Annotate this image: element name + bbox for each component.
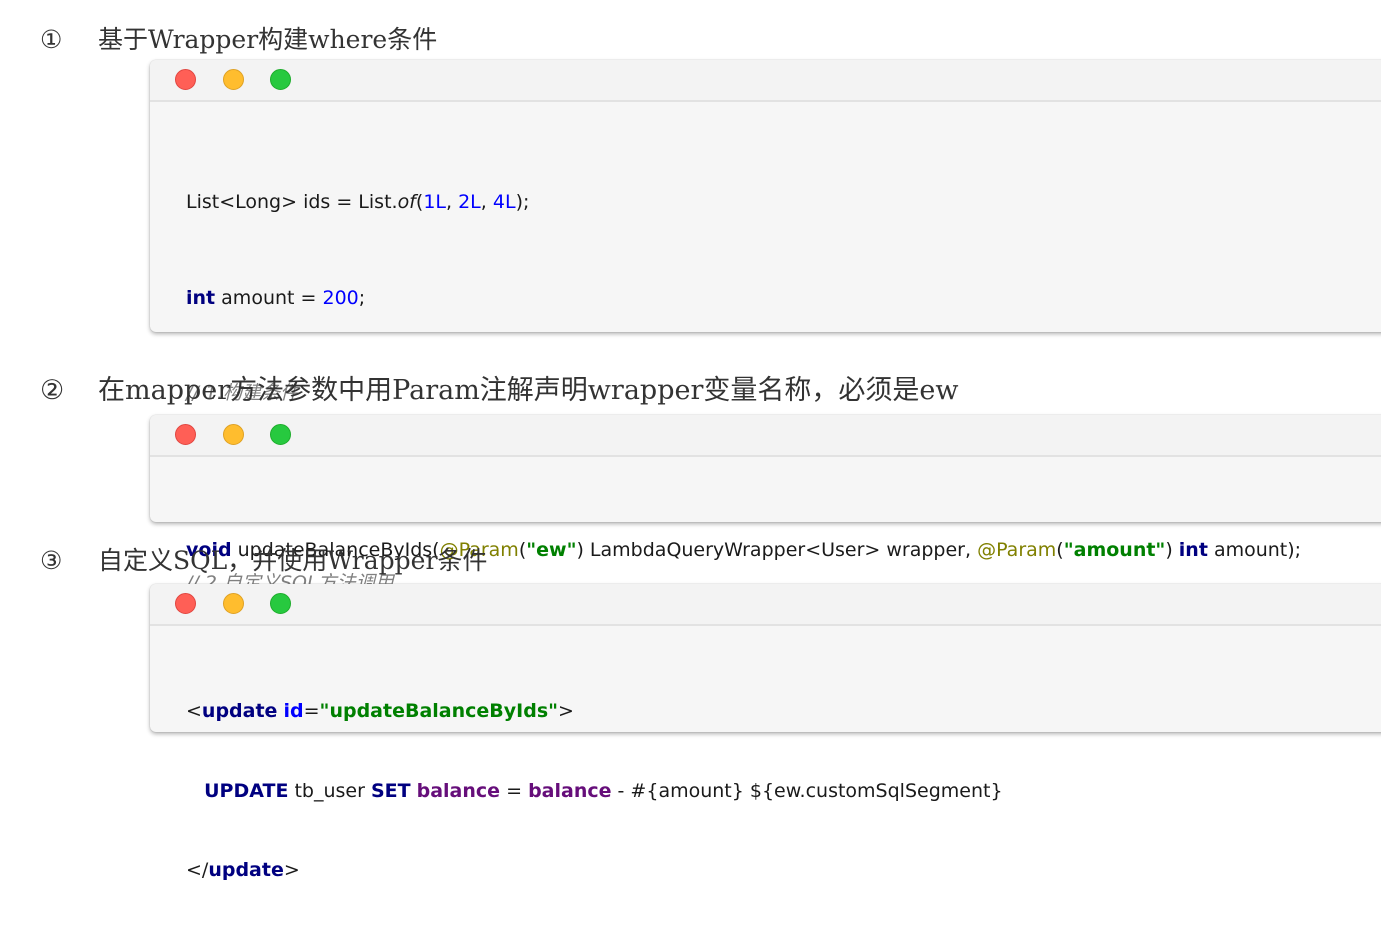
code-token: 4L	[492, 191, 516, 214]
code-line: UPDATE tb_user SET balance = balance - #…	[186, 778, 1381, 805]
code-token: ) LambdaQueryWrapper<User> wrapper,	[576, 539, 978, 561]
code-token: (	[1056, 539, 1064, 561]
code-token: 200	[322, 286, 359, 309]
code-token: >	[558, 700, 574, 722]
code-token: int	[1178, 539, 1208, 561]
window-titlebar	[150, 60, 1381, 102]
maximize-dot-icon	[270, 424, 291, 445]
minimize-dot-icon	[223, 424, 244, 445]
code-token: - #{amount} ${ew.customSqlSegment}	[611, 779, 1003, 802]
minimize-dot-icon	[223, 593, 244, 614]
code-token: update	[201, 700, 278, 722]
minimize-dot-icon	[223, 69, 244, 90]
code-token: amount =	[215, 286, 323, 309]
code-window-custom-sql: <update id="updateBalanceByIds"> UPDATE …	[150, 584, 1381, 881]
code-token: int	[186, 286, 216, 309]
step-2-number: ②	[40, 375, 65, 406]
code-token: >	[283, 859, 300, 881]
code-window-mapper-method: void updateBalanceByIds(@Param("ew") Lam…	[150, 415, 1381, 561]
code-token: update	[208, 859, 284, 881]
code-window-build-wrapper: List<Long> ids = List.of(1L, 2L, 4L); in…	[150, 60, 1381, 689]
code-token: )	[1165, 539, 1179, 561]
code-token: =	[303, 700, 320, 722]
code-token: ,	[446, 191, 459, 214]
code-token: @Param	[977, 539, 1057, 561]
code-token: ;	[358, 286, 366, 309]
code-token: "updateBalanceByIds"	[319, 700, 559, 722]
code-line: int amount = 200;	[186, 283, 1381, 315]
code-line: </update>	[186, 857, 1381, 884]
code-token: balance	[528, 779, 612, 802]
step-2-heading: ② 在mapper方法参数中用Param注解声明wrapper变量名称，必须是ew	[40, 368, 958, 407]
code-token: SET	[370, 779, 411, 802]
close-dot-icon	[175, 593, 196, 614]
close-dot-icon	[175, 424, 196, 445]
maximize-dot-icon	[270, 69, 291, 90]
step-3-title: 自定义SQL，并使用Wrapper条件	[98, 546, 488, 575]
code-token: of	[397, 191, 416, 214]
code-token: 2L	[458, 191, 481, 214]
code-token: 1L	[423, 191, 446, 214]
code-token: </	[186, 859, 209, 881]
step-3-heading: ③ 自定义SQL，并使用Wrapper条件	[40, 541, 487, 577]
code-token: amount);	[1207, 539, 1302, 561]
code-token: );	[515, 191, 530, 214]
code-token: ,	[480, 191, 493, 214]
maximize-dot-icon	[270, 593, 291, 614]
code-token: "amount"	[1063, 539, 1166, 561]
step-2-title: 在mapper方法参数中用Param注解声明wrapper变量名称，必须是ew	[98, 375, 959, 406]
window-titlebar	[150, 415, 1381, 457]
code-token: UPDATE	[204, 779, 289, 802]
code-token: <	[186, 700, 202, 722]
step-1-heading: ① 基于Wrapper构建where条件	[40, 20, 437, 56]
step-3-number: ③	[40, 546, 63, 575]
code-token: "ew"	[526, 539, 577, 561]
code-token: =	[500, 779, 529, 802]
code-token: List<Long> ids = List.	[186, 191, 398, 214]
code-block: <update id="updateBalanceByIds"> UPDATE …	[150, 626, 1381, 937]
window-titlebar	[150, 584, 1381, 626]
code-line: List<Long> ids = List.of(1L, 2L, 4L);	[186, 187, 1381, 219]
code-token: balance	[416, 779, 501, 802]
close-dot-icon	[175, 69, 196, 90]
code-token: id	[283, 700, 304, 722]
code-line: <update id="updateBalanceByIds">	[186, 698, 1381, 725]
code-token: tb_user	[288, 779, 371, 802]
step-1-number: ①	[40, 25, 63, 54]
step-1-title: 基于Wrapper构建where条件	[98, 25, 438, 54]
